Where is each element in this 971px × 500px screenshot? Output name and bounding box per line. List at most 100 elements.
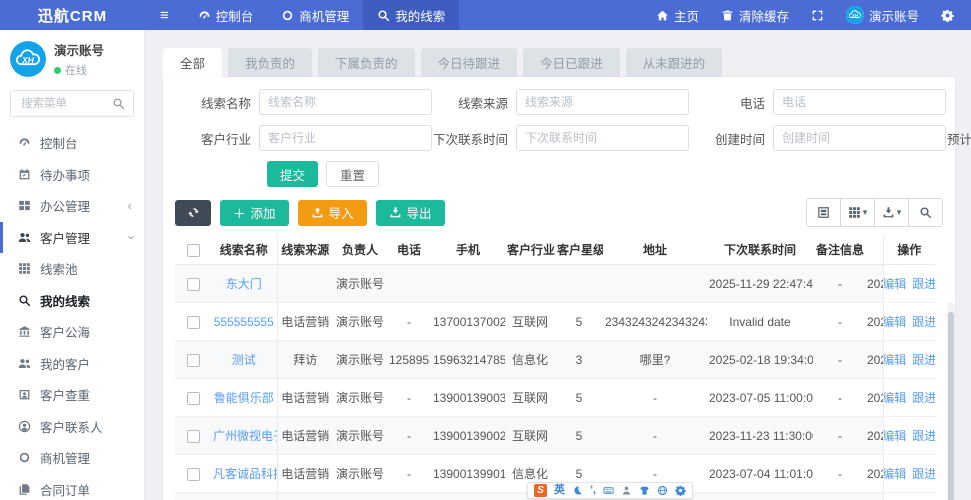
row-select-cell [175, 340, 211, 379]
export-button[interactable]: 导出 [375, 199, 445, 226]
nav-account[interactable]: XH 演示账号 [835, 0, 930, 30]
filter-field-industry: 客户行业 [175, 125, 432, 151]
punctuation-icon[interactable]: ’, [590, 485, 596, 496]
nav-home[interactable]: 主页 [645, 0, 710, 30]
avatar[interactable]: XH [10, 41, 46, 77]
tab-today-done[interactable]: 今日已跟进 [523, 48, 620, 77]
online-dot [54, 66, 61, 74]
industry-input[interactable] [259, 125, 432, 151]
row-checkbox[interactable] [186, 467, 200, 481]
ime-toolbar: S 英 ’, [527, 482, 694, 499]
follow-up-link[interactable]: 跟进 [912, 389, 935, 406]
card-view-button[interactable] [806, 198, 841, 227]
lead-name-link[interactable]: 凡客诚品科技 [213, 467, 276, 481]
ime-language-indicator[interactable]: 英 [554, 485, 565, 496]
lead-name-link[interactable]: 555555555 [214, 315, 274, 329]
sidebar-item-todos[interactable]: 待办事项 [0, 159, 144, 191]
phone-input[interactable] [773, 89, 946, 115]
col-header: 客户星级 [555, 235, 603, 265]
brand-logo[interactable]: 迅航CRM [0, 5, 145, 26]
tab-subordinate[interactable]: 下属负责的 [318, 48, 415, 77]
idcard-icon [18, 388, 31, 401]
add-button[interactable]: ＋添加 [220, 199, 289, 226]
follow-up-link[interactable]: 跟进 [912, 427, 935, 444]
sidebar-item-my-customers[interactable]: 我的客户 [0, 348, 144, 380]
edit-link[interactable]: 编辑 [884, 313, 906, 330]
columns-button[interactable]: ▾ [840, 198, 875, 227]
tab-never[interactable]: 从未跟进的 [625, 48, 723, 77]
filter-label: 线索名称 [200, 96, 251, 111]
lead-name-link[interactable]: 东大门 [226, 277, 262, 291]
sidebar-item-dashboard[interactable]: 控制台 [0, 127, 144, 159]
nav-item-business[interactable]: 商机管理 [267, 0, 363, 30]
follow-up-link[interactable]: 跟进 [912, 275, 935, 292]
row-select-cell [175, 416, 211, 455]
tab-today-pending[interactable]: 今日待跟进 [420, 48, 518, 77]
import-button[interactable]: 导入 [297, 199, 367, 226]
nav-clear-cache[interactable]: 清除缓存 [710, 0, 800, 30]
nav-settings[interactable] [930, 0, 965, 30]
edit-link[interactable]: 编辑 [884, 427, 906, 444]
row-checkbox[interactable] [186, 353, 200, 367]
filter-field-lead-source: 线索来源 [432, 89, 689, 115]
sidebar-item-business[interactable]: 商机管理 [0, 442, 144, 474]
sidebar-search-input[interactable] [19, 96, 112, 111]
lead-name-link[interactable]: 广州微视电子 [213, 429, 276, 443]
cell-remark: - [813, 416, 867, 455]
filter-field-phone: 电话 [689, 89, 946, 115]
table-header: 线索名称 线索来源 负责人 电话 手机 客户行业 客户星级 地址 下次联系时间 备注信息 操作 [175, 235, 935, 265]
row-checkbox[interactable] [186, 277, 200, 291]
sidebar-item-customer-sea[interactable]: 客户公海 [0, 316, 144, 348]
sidebar-item-lead-pool[interactable]: 线索池 [0, 253, 144, 285]
row-select-cell [175, 454, 211, 493]
row-checkbox[interactable] [186, 315, 200, 329]
sidebar-item-customer-contacts[interactable]: 客户联系人 [0, 411, 144, 443]
row-checkbox[interactable] [186, 391, 200, 405]
cell-owner: 演示账号 [333, 378, 387, 417]
cell-actions: 编辑 跟进 [882, 302, 935, 341]
sidebar-item-label: 客户公海 [40, 326, 91, 341]
edit-link[interactable]: 编辑 [884, 465, 906, 482]
menu-toggle-icon[interactable]: ≡ [145, 7, 184, 24]
ime-settings-icon[interactable] [675, 485, 686, 496]
refresh-button[interactable] [175, 199, 211, 226]
col-header [867, 235, 883, 265]
submit-button[interactable]: 提交 [267, 161, 319, 187]
sidebar-item-office[interactable]: 办公管理 ‹ [0, 190, 144, 222]
follow-up-link[interactable]: 跟进 [912, 351, 935, 368]
create-time-input[interactable] [773, 125, 946, 151]
sidebar-item-customer-dedup[interactable]: 客户查重 [0, 379, 144, 411]
follow-up-link[interactable]: 跟进 [912, 465, 935, 482]
sidebar-item-my-leads[interactable]: 我的线索 [0, 285, 144, 317]
sogou-ime-logo[interactable]: S [534, 484, 547, 497]
row-checkbox[interactable] [186, 429, 200, 443]
reset-button[interactable]: 重置 [326, 161, 380, 187]
sidebar-item-contracts[interactable]: 合同订单 [0, 474, 144, 500]
edit-link[interactable]: 编辑 [884, 389, 906, 406]
next-contact-time-input[interactable] [516, 125, 689, 151]
lead-name-link[interactable]: 鲁能俱乐部 [214, 391, 274, 405]
cell-stars: 5 [555, 378, 603, 417]
sidebar-item-customers[interactable]: 客户管理 ‹ [0, 221, 144, 253]
follow-up-link[interactable]: 跟进 [912, 313, 935, 330]
col-header[interactable] [175, 235, 211, 265]
avatar: XH [845, 6, 864, 24]
vertical-scrollbar[interactable] [947, 302, 955, 500]
lead-source-input[interactable] [516, 89, 689, 115]
lead-name-input[interactable] [259, 89, 432, 115]
lead-name-link[interactable]: 测试 [232, 353, 256, 367]
search-toggle-button[interactable] [908, 198, 943, 227]
edit-link[interactable]: 编辑 [884, 275, 906, 292]
nav-item-my-leads[interactable]: 我的线索 [363, 0, 460, 30]
home-icon [656, 9, 669, 22]
tab-mine[interactable]: 我负责的 [228, 48, 313, 77]
export-data-button[interactable]: ▾ [874, 198, 909, 227]
bank-icon [18, 325, 31, 338]
tab-all[interactable]: 全部 [163, 48, 223, 77]
search-icon[interactable] [112, 97, 125, 110]
edit-link[interactable]: 编辑 [884, 351, 906, 368]
select-all-checkbox[interactable] [186, 243, 200, 257]
fullscreen-button[interactable] [800, 0, 835, 30]
scrollbar-thumb[interactable] [948, 312, 954, 500]
nav-item-dashboard[interactable]: 控制台 [184, 0, 268, 30]
